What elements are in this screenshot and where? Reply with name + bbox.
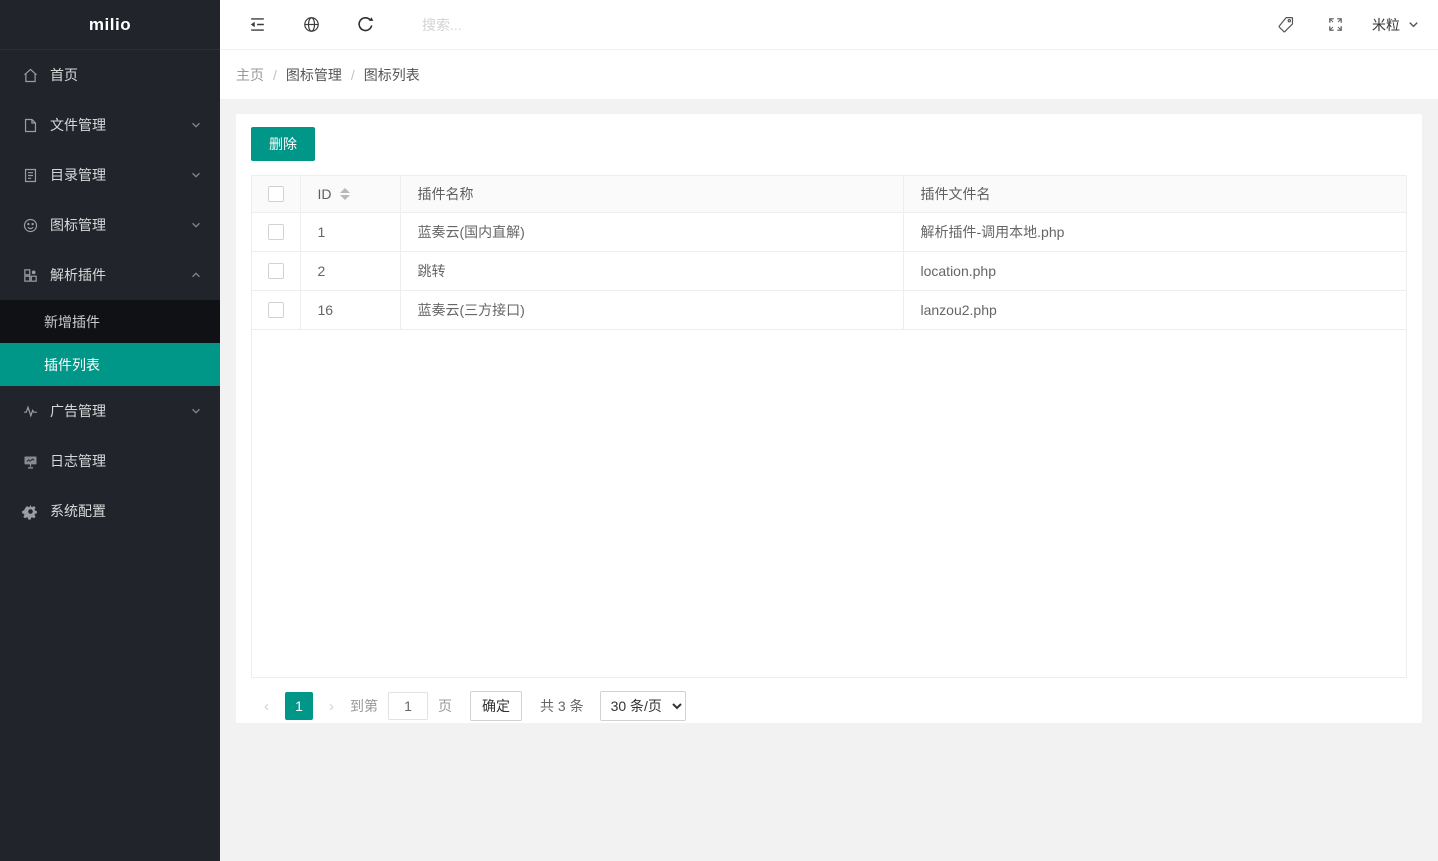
select-all-checkbox[interactable] bbox=[268, 186, 284, 202]
file-icon bbox=[22, 117, 39, 134]
table-row: 2 跳转 location.php bbox=[252, 251, 1406, 290]
cell-name: 跳转 bbox=[400, 251, 903, 290]
total-count-label: 共 3 条 bbox=[540, 696, 584, 716]
cell-name: 蓝奏云(三方接口) bbox=[400, 290, 903, 329]
table-header-row: ID 插件名称 插件文件名 bbox=[252, 176, 1406, 212]
plugin-table: ID 插件名称 插件文件名 1 蓝奏云(国内直解) bbox=[251, 175, 1407, 678]
chevron-up-icon bbox=[190, 269, 202, 281]
current-page-button[interactable]: 1 bbox=[285, 692, 313, 720]
sidebar-item-catalog[interactable]: 目录管理 bbox=[0, 150, 220, 200]
submenu-item-label: 新增插件 bbox=[44, 312, 100, 332]
goto-page-input[interactable] bbox=[388, 692, 428, 720]
sidebar-item-settings[interactable]: 系统配置 bbox=[0, 486, 220, 536]
sidebar-item-label: 文件管理 bbox=[50, 115, 106, 135]
cell-id: 16 bbox=[300, 290, 400, 329]
cell-name: 蓝奏云(国内直解) bbox=[400, 212, 903, 251]
topbar: 米粒 bbox=[220, 0, 1438, 50]
sidebar-item-label: 目录管理 bbox=[50, 165, 106, 185]
chevron-down-icon bbox=[1407, 18, 1420, 31]
sidebar-item-label: 日志管理 bbox=[50, 451, 106, 471]
brand-logo: milio bbox=[0, 0, 220, 50]
goto-label: 到第 bbox=[350, 696, 378, 716]
main-area: 米粒 主页 / 图标管理 / 图标列表 删除 bbox=[220, 0, 1438, 737]
prev-page-button[interactable]: ‹ bbox=[254, 698, 279, 715]
sidebar-item-home[interactable]: 首页 bbox=[0, 50, 220, 100]
sidebar-subitem-add-plugin[interactable]: 新增插件 bbox=[0, 300, 220, 343]
cell-id: 1 bbox=[300, 212, 400, 251]
smiley-icon bbox=[22, 217, 39, 234]
cell-file: 解析插件-调用本地.php bbox=[903, 212, 1406, 251]
page-unit-label: 页 bbox=[438, 696, 452, 716]
row-checkbox[interactable] bbox=[268, 302, 284, 318]
sidebar-item-files[interactable]: 文件管理 bbox=[0, 100, 220, 150]
pagination: ‹ 1 › 到第 页 确定 共 3 条 30 条/页 bbox=[251, 691, 1407, 721]
cell-id: 2 bbox=[300, 251, 400, 290]
cell-file: location.php bbox=[903, 251, 1406, 290]
sort-icon[interactable] bbox=[340, 188, 350, 200]
sidebar-item-label: 图标管理 bbox=[50, 215, 106, 235]
fullscreen-icon-button[interactable] bbox=[1310, 0, 1360, 50]
next-page-button[interactable]: › bbox=[319, 698, 344, 715]
refresh-icon-button[interactable] bbox=[338, 0, 392, 50]
breadcrumb-icon-manage: 图标管理 bbox=[286, 65, 342, 85]
user-menu[interactable]: 米粒 bbox=[1360, 0, 1424, 50]
sidebar-item-plugins[interactable]: 解析插件 bbox=[0, 250, 220, 300]
row-checkbox[interactable] bbox=[268, 224, 284, 240]
delete-button[interactable]: 删除 bbox=[251, 127, 315, 161]
chevron-down-icon bbox=[190, 405, 202, 417]
confirm-button[interactable]: 确定 bbox=[470, 691, 522, 721]
sidebar-item-label: 首页 bbox=[50, 65, 78, 85]
home-icon bbox=[22, 67, 39, 84]
sidebar-item-label: 广告管理 bbox=[50, 401, 106, 421]
submenu-item-label: 插件列表 bbox=[44, 355, 100, 375]
gear-icon bbox=[22, 503, 39, 520]
column-header-id: ID bbox=[318, 186, 332, 202]
column-header-file: 插件文件名 bbox=[903, 176, 1406, 212]
globe-icon-button[interactable] bbox=[284, 0, 338, 50]
sidebar: milio 首页 文件管理 目录管理 图标管理 bbox=[0, 0, 220, 861]
column-header-name: 插件名称 bbox=[400, 176, 903, 212]
collapse-sidebar-button[interactable] bbox=[230, 0, 284, 50]
table-row: 16 蓝奏云(三方接口) lanzou2.php bbox=[252, 290, 1406, 329]
breadcrumb-separator: / bbox=[273, 67, 277, 83]
sidebar-item-logs[interactable]: 日志管理 bbox=[0, 436, 220, 486]
board-icon bbox=[22, 453, 39, 470]
submenu-plugins: 新增插件 插件列表 bbox=[0, 300, 220, 386]
breadcrumb-separator: / bbox=[351, 67, 355, 83]
sidebar-subitem-plugin-list[interactable]: 插件列表 bbox=[0, 343, 220, 386]
breadcrumb: 主页 / 图标管理 / 图标列表 bbox=[220, 50, 1438, 100]
plugin-list-card: 删除 ID 插件名称 插件文件 bbox=[236, 114, 1422, 723]
cell-file: lanzou2.php bbox=[903, 290, 1406, 329]
pulse-icon bbox=[22, 403, 39, 420]
component-icon bbox=[22, 267, 39, 284]
content: 删除 ID 插件名称 插件文件 bbox=[220, 100, 1438, 737]
page-size-select[interactable]: 30 条/页 bbox=[600, 691, 686, 721]
breadcrumb-icon-list: 图标列表 bbox=[364, 65, 420, 85]
sidebar-item-ads[interactable]: 广告管理 bbox=[0, 386, 220, 436]
row-checkbox[interactable] bbox=[268, 263, 284, 279]
table-row: 1 蓝奏云(国内直解) 解析插件-调用本地.php bbox=[252, 212, 1406, 251]
sidebar-item-label: 系统配置 bbox=[50, 501, 106, 521]
search-input[interactable] bbox=[422, 10, 642, 40]
chevron-down-icon bbox=[190, 219, 202, 231]
breadcrumb-home[interactable]: 主页 bbox=[236, 65, 264, 85]
chevron-down-icon bbox=[190, 119, 202, 131]
topbar-right: 米粒 bbox=[1260, 0, 1424, 50]
sidebar-item-label: 解析插件 bbox=[50, 265, 106, 285]
tag-icon-button[interactable] bbox=[1260, 0, 1310, 50]
catalog-icon bbox=[22, 167, 39, 184]
sidebar-item-icons[interactable]: 图标管理 bbox=[0, 200, 220, 250]
chevron-down-icon bbox=[190, 169, 202, 181]
username-label: 米粒 bbox=[1372, 15, 1400, 35]
